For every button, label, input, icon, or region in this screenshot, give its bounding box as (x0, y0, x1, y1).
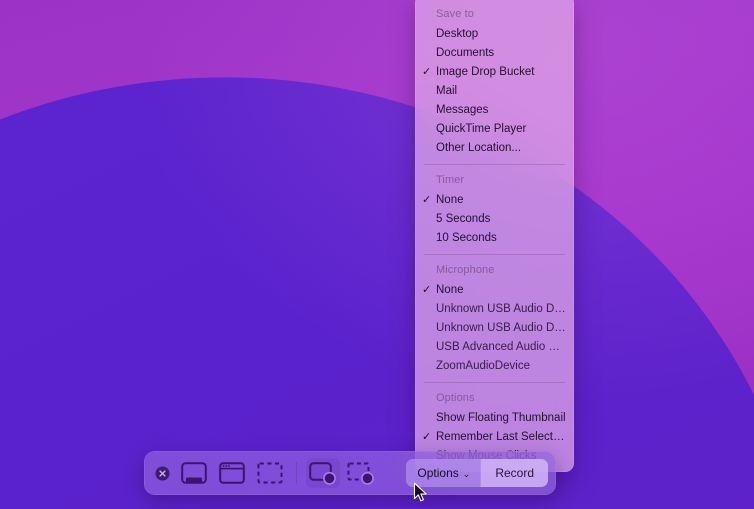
checkmark-icon: ✓ (422, 66, 432, 78)
menu-item-label: Show Floating Thumbnail (436, 412, 566, 424)
menu-item-quicktime-player[interactable]: QuickTime Player (415, 120, 574, 139)
menu-item-label: Other Location... (436, 142, 522, 154)
menu-separator (424, 382, 565, 383)
record-selected-portion-button[interactable] (344, 458, 378, 488)
menu-item-label: None (436, 194, 464, 206)
menu-item-mail[interactable]: Mail (415, 82, 574, 101)
menu-item-label: Mail (436, 85, 458, 97)
menu-item-label: USB Advanced Audio Device (436, 341, 574, 353)
toolbar-divider (296, 462, 297, 484)
record-selected-portion-icon (347, 462, 375, 485)
options-label: Options (417, 466, 459, 480)
screenshot-toolbar[interactable]: Options ⌄ Record (144, 451, 556, 495)
menu-item-label: None (436, 284, 464, 296)
menu-item-messages[interactable]: Messages (415, 101, 574, 120)
menu-section-title-options: Options (436, 392, 475, 404)
menu-item-label: Documents (436, 47, 495, 59)
screen: Save to Desktop Documents ✓ Image Drop B… (0, 0, 754, 509)
capture-selected-window-icon (219, 462, 245, 484)
menu-section-title-microphone: Microphone (436, 264, 495, 276)
menu-item-unknown-usb-audio-device-1[interactable]: Unknown USB Audio Device (415, 300, 574, 319)
capture-entire-screen-icon (181, 462, 207, 484)
menu-section-title-timer: Timer (436, 174, 465, 186)
menu-item-label: 5 Seconds (436, 213, 491, 225)
menu-item-label: Image Drop Bucket (436, 66, 535, 78)
record-buttons-group (306, 458, 378, 488)
toolbar-right-group: Options ⌄ Record (406, 459, 548, 487)
capture-buttons-group (177, 458, 287, 488)
menu-item-label: 10 Seconds (436, 232, 497, 244)
menu-item-label: Remember Last Selection (436, 431, 569, 443)
menu-item-image-drop-bucket[interactable]: ✓ Image Drop Bucket (415, 63, 574, 82)
menu-item-label: Messages (436, 104, 489, 116)
menu-item-remember-last-selection[interactable]: ✓ Remember Last Selection (415, 428, 574, 447)
menu-separator (424, 254, 565, 255)
record-entire-screen-button[interactable] (306, 458, 340, 488)
close-button[interactable] (147, 466, 177, 481)
menu-item-show-floating-thumbnail[interactable]: Show Floating Thumbnail (415, 409, 574, 428)
record-button[interactable]: Record (480, 459, 548, 487)
menu-item-timer-10-seconds[interactable]: 10 Seconds (415, 229, 574, 248)
menu-item-desktop[interactable]: Desktop (415, 25, 574, 44)
menu-item-other-location[interactable]: Other Location... (415, 139, 574, 158)
menu-item-label: Unknown USB Audio Device (436, 322, 574, 334)
chevron-down-icon: ⌄ (462, 468, 471, 479)
checkmark-icon: ✓ (422, 431, 432, 443)
capture-entire-screen-button[interactable] (177, 458, 211, 488)
menu-item-label: Desktop (436, 28, 479, 40)
menu-item-zoomaudiodevice[interactable]: ZoomAudioDevice (415, 357, 574, 376)
capture-selected-portion-icon (257, 462, 283, 484)
menu-item-timer-none[interactable]: ✓ None (415, 191, 574, 210)
close-circle-icon (155, 466, 170, 481)
menu-item-usb-advanced-audio-device[interactable]: USB Advanced Audio Device (415, 338, 574, 357)
record-entire-screen-icon (309, 461, 337, 485)
menu-item-unknown-usb-audio-device-2[interactable]: Unknown USB Audio Device (415, 319, 574, 338)
capture-selected-portion-button[interactable] (253, 458, 287, 488)
menu-item-documents[interactable]: Documents (415, 44, 574, 63)
options-button[interactable]: Options ⌄ (406, 459, 481, 487)
menu-section-title-save-to: Save to (436, 8, 475, 20)
checkmark-icon: ✓ (422, 284, 432, 296)
screenshot-options-menu[interactable]: Save to Desktop Documents ✓ Image Drop B… (415, 0, 574, 472)
menu-item-label: Unknown USB Audio Device (436, 303, 574, 315)
menu-item-label: QuickTime Player (436, 123, 527, 135)
menu-item-label: ZoomAudioDevice (436, 360, 530, 372)
menu-separator (424, 164, 565, 165)
checkmark-icon: ✓ (422, 194, 432, 206)
menu-item-microphone-none[interactable]: ✓ None (415, 281, 574, 300)
capture-selected-window-button[interactable] (215, 458, 249, 488)
menu-item-timer-5-seconds[interactable]: 5 Seconds (415, 210, 574, 229)
